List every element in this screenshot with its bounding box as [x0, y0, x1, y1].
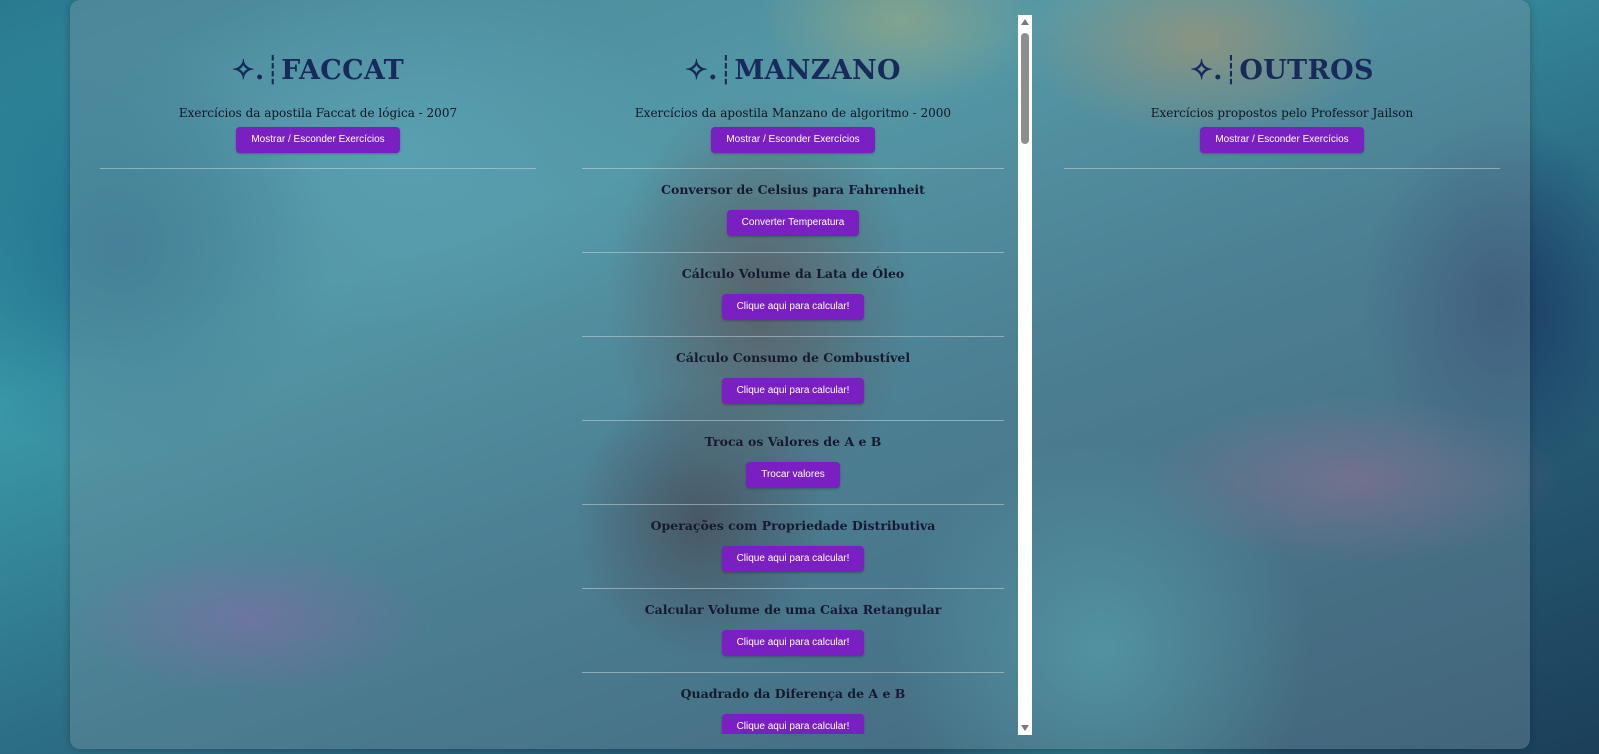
exercise-item: Troca os Valores de A e B Trocar valores — [582, 421, 1004, 505]
calculate-square-difference-button[interactable]: Clique aqui para calcular! — [721, 714, 865, 734]
exercise-title-celsius: Conversor de Celsius para Fahrenheit — [661, 182, 925, 197]
exercise-title-square-difference: Quadrado da Diferença de A e B — [680, 686, 906, 701]
calculate-oil-can-button[interactable]: Clique aqui para calcular! — [721, 294, 865, 320]
exercise-title-oil-can: Cálculo Volume da Lata de Óleo — [681, 266, 905, 281]
exercise-item: Operações com Propriedade Distributiva C… — [582, 505, 1004, 589]
faccat-column: ✧.┊FACCAT Exercícios da apostila Faccat … — [100, 0, 536, 169]
exercise-title-swap: Troca os Valores de A e B — [704, 434, 882, 449]
manzano-scrollbar[interactable] — [1018, 15, 1032, 735]
manzano-column[interactable]: ✧.┊MANZANO Exercícios da apostila Manzan… — [582, 0, 1004, 734]
exercise-item: Quadrado da Diferença de A e B Clique aq… — [582, 673, 1004, 734]
scroll-up-arrow-icon[interactable] — [1021, 19, 1029, 25]
scroll-thumb[interactable] — [1021, 33, 1029, 144]
convert-temperature-button[interactable]: Converter Temperatura — [726, 210, 860, 236]
faccat-title: ✧.┊FACCAT — [231, 55, 405, 86]
exercise-title-fuel: Cálculo Consumo de Combustível — [675, 350, 911, 365]
exercise-item: Cálculo Volume da Lata de Óleo Clique aq… — [582, 253, 1004, 337]
manzano-description: Exercícios da apostila Manzano de algori… — [634, 106, 952, 120]
manzano-toggle-button[interactable]: Mostrar / Esconder Exercícios — [711, 127, 875, 153]
outros-toggle-button[interactable]: Mostrar / Esconder Exercícios — [1200, 127, 1364, 153]
exercise-title-distributive: Operações com Propriedade Distributiva — [650, 518, 936, 533]
calculate-fuel-button[interactable]: Clique aqui para calcular! — [721, 378, 865, 404]
exercise-item: Cálculo Consumo de Combustível Clique aq… — [582, 337, 1004, 421]
calculate-box-volume-button[interactable]: Clique aqui para calcular! — [721, 630, 865, 656]
scroll-down-arrow-icon[interactable] — [1021, 725, 1029, 731]
swap-values-button[interactable]: Trocar valores — [746, 462, 840, 488]
faccat-description: Exercícios da apostila Faccat de lógica … — [178, 106, 458, 120]
exercise-item: Calcular Volume de uma Caixa Retangular … — [582, 589, 1004, 673]
manzano-exercise-list: Conversor de Celsius para Fahrenheit Con… — [582, 169, 1004, 734]
outros-title: ✧.┊OUTROS — [1190, 55, 1374, 86]
faccat-divider — [100, 168, 536, 169]
calculate-distributive-button[interactable]: Clique aqui para calcular! — [721, 546, 865, 572]
exercise-title-box-volume: Calcular Volume de uma Caixa Retangular — [644, 602, 942, 617]
manzano-title: ✧.┊MANZANO — [685, 55, 901, 86]
exercise-item: Conversor de Celsius para Fahrenheit Con… — [582, 169, 1004, 253]
outros-description: Exercícios propostos pelo Professor Jail… — [1150, 106, 1414, 120]
faccat-toggle-button[interactable]: Mostrar / Esconder Exercícios — [236, 127, 400, 153]
outros-divider — [1064, 168, 1500, 169]
outros-column: ✧.┊OUTROS Exercícios propostos pelo Prof… — [1064, 0, 1500, 169]
